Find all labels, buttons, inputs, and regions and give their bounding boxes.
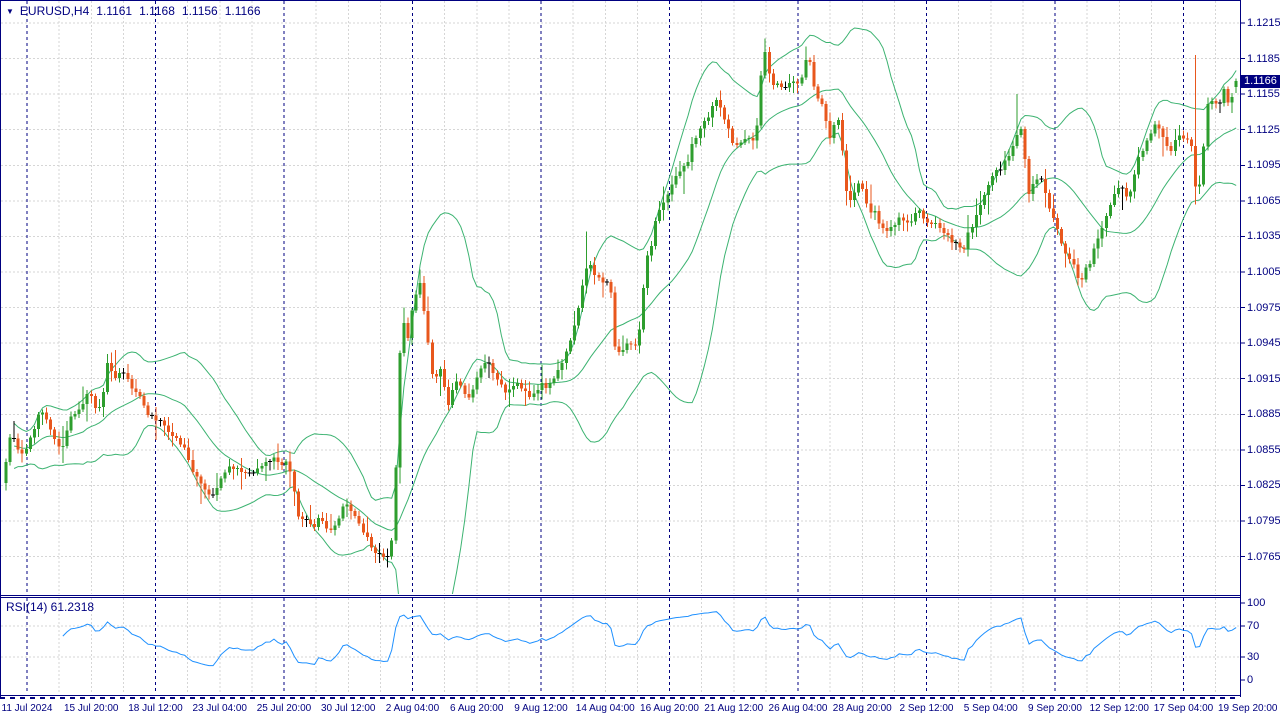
high-value: 1.1168 — [139, 4, 175, 18]
rsi-indicator-label: RSI(14) 61.2318 — [6, 600, 95, 614]
price-axis-label: 1.0975 — [1247, 301, 1280, 314]
open-value: 1.1161 — [96, 4, 133, 18]
current-price-badge: 1.1166 — [1241, 74, 1280, 88]
price-axis-label: 1.1035 — [1247, 230, 1280, 243]
time-axis-label: 19 Sep 20:00 — [1218, 703, 1278, 714]
price-axis-label: 1.1155 — [1247, 88, 1280, 101]
symbol-period-label: EURUSD,H4 — [19, 4, 90, 18]
price-axis-label: 1.0855 — [1247, 443, 1280, 456]
candles — [4, 38, 1238, 568]
chart-window: ▼ EURUSD,H4 1.1161 1.1168 1.1156 1.1166 … — [0, 0, 1280, 720]
price-axis-label: 1.0915 — [1247, 372, 1280, 385]
bollinger-bands — [13, 27, 1237, 594]
low-value: 1.1156 — [181, 4, 218, 18]
price-axis-label: 1.1215 — [1247, 17, 1280, 29]
close-value: 1.1166 — [224, 4, 261, 18]
rsi-axis-label: 70 — [1247, 620, 1260, 633]
price-axis-label: 1.1185 — [1247, 52, 1280, 65]
price-axis-label: 1.0885 — [1247, 408, 1280, 421]
price-axis-label: 1.0795 — [1247, 514, 1280, 527]
rsi-axis-label: 30 — [1247, 650, 1260, 663]
price-axis-label: 1.1005 — [1247, 265, 1280, 278]
price-axis-label: 1.0945 — [1247, 337, 1280, 350]
price-axis-label: 1.0765 — [1247, 550, 1280, 563]
rsi-axis-label: 0 — [1247, 674, 1254, 686]
price-axis-label: 1.1125 — [1247, 123, 1280, 136]
time-axis-tick-row — [0, 697, 1240, 699]
panel-borders — [0, 0, 1245, 697]
dropdown-arrow-icon[interactable]: ▼ — [6, 7, 14, 16]
chart-canvas[interactable] — [0, 0, 1280, 720]
price-axis-label: 1.1095 — [1247, 159, 1280, 172]
price-axis-label: 1.0825 — [1247, 479, 1280, 492]
price-axis-label: 1.1065 — [1247, 194, 1280, 207]
rsi-line — [62, 611, 1237, 667]
rsi-axis-label: 100 — [1247, 597, 1266, 609]
chart-title: ▼ EURUSD,H4 1.1161 1.1168 1.1156 1.1166 — [6, 4, 261, 18]
